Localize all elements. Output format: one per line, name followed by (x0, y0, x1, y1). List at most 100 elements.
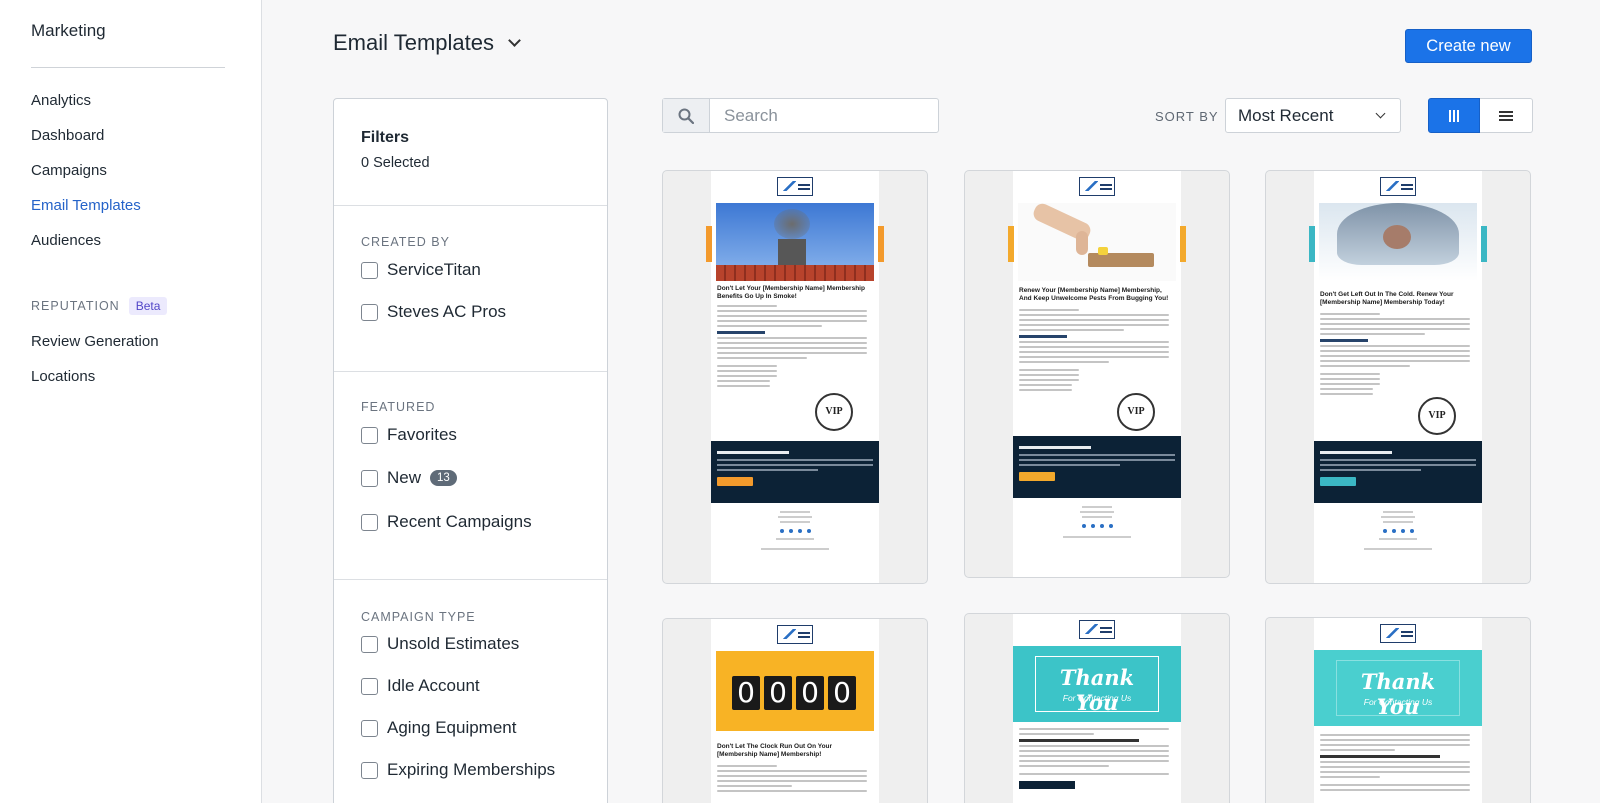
template-body-text (1320, 313, 1470, 398)
titan-logo (777, 625, 813, 644)
thank-you-frame: Thank You For Contacting Us (1336, 660, 1460, 719)
filter-option-new[interactable]: New 13 (361, 467, 607, 489)
filters-panel: Filters 0 Selected CREATED BY ServiceTit… (333, 98, 608, 803)
search-input[interactable] (710, 99, 935, 132)
filter-group-label: CAMPAIGN TYPE (361, 610, 476, 624)
filter-option-label: Steves AC Pros (387, 302, 507, 321)
countdown-hero-image: 0 0 0 0 (716, 651, 874, 731)
template-card[interactable]: Renew Your [Membership Name] Membership,… (964, 170, 1230, 578)
filter-option-label: New (387, 468, 422, 487)
countdown-digit: 0 (828, 676, 856, 710)
countdown-digit: 0 (764, 676, 792, 710)
countdown-digits: 0 0 0 0 (732, 676, 856, 710)
template-body-text (717, 305, 867, 390)
sidebar-item-analytics[interactable]: Analytics (31, 89, 141, 124)
sidebar-title: Marketing (31, 21, 106, 40)
checkbox[interactable] (361, 426, 378, 444)
chimney-hero-image (716, 203, 874, 281)
list-icon (1499, 110, 1513, 121)
filter-option-steves-ac-pros[interactable]: Steves AC Pros (361, 301, 607, 323)
sort-by-label: SORT BY (1155, 109, 1219, 124)
reputation-nav: Review Generation Locations (31, 330, 159, 400)
template-footer (761, 511, 829, 553)
checkbox[interactable] (361, 303, 378, 321)
filter-group-featured: FEATURED Favorites New 13 Recent Campaig… (334, 372, 607, 580)
sidebar-item-review-generation[interactable]: Review Generation (31, 330, 159, 365)
filter-option-aging-equipment[interactable]: Aging Equipment (361, 717, 607, 739)
reputation-section-header: REPUTATION Beta (31, 297, 168, 315)
filter-option-label: Idle Account (387, 676, 480, 695)
thank-you-hero-image: Thank You For Contacting Us (1314, 650, 1482, 726)
columns-icon (1449, 109, 1459, 122)
filter-group-label: FEATURED (361, 400, 436, 414)
checkbox[interactable] (361, 513, 378, 531)
filter-option-unsold-estimates[interactable]: Unsold Estimates (361, 633, 607, 655)
filter-group-created-by: CREATED BY ServiceTitan Steves AC Pros (334, 206, 607, 372)
vip-seal-icon (1418, 397, 1456, 435)
template-card[interactable]: Thank You For Contacting Us (964, 613, 1230, 803)
countdown-digit: 0 (732, 676, 760, 710)
sidebar: Marketing Analytics Dashboard Campaigns … (0, 0, 262, 803)
template-preview: Thank You For Contacting Us (1013, 614, 1181, 803)
titan-logo (1079, 177, 1115, 196)
template-preview: 0 0 0 0 Don't Let The Clock Run Out On Y… (711, 619, 879, 803)
accent-bar (878, 226, 884, 262)
page-title: Email Templates (333, 30, 494, 55)
template-body-text (717, 765, 867, 795)
filter-option-label: Favorites (387, 425, 457, 444)
accent-bar (1481, 226, 1487, 262)
accent-bar (706, 226, 712, 262)
filter-option-label: Recent Campaigns (387, 512, 532, 531)
template-preview: Thank You For Contacting Us (1314, 618, 1482, 803)
filter-option-label: Aging Equipment (387, 718, 517, 737)
titan-logo (1380, 624, 1416, 643)
template-headline: Don't Get Left Out In The Cold. Renew Yo… (1320, 291, 1454, 306)
accent-bar (1309, 226, 1315, 262)
sidebar-item-dashboard[interactable]: Dashboard (31, 124, 141, 159)
filters-selected-count: 0 Selected (361, 155, 430, 171)
thank-you-hero-image: Thank You For Contacting Us (1013, 646, 1181, 722)
sidebar-item-locations[interactable]: Locations (31, 365, 159, 400)
countdown-digit: 0 (796, 676, 824, 710)
hero-subtitle: For Contacting Us (1062, 693, 1132, 703)
hero-title: Thank You (1059, 665, 1135, 715)
cta-button (717, 477, 753, 486)
list-view-toggle[interactable] (1480, 98, 1533, 133)
checkbox[interactable] (361, 635, 378, 653)
hero-title: Thank You (1360, 669, 1436, 719)
filter-option-idle-account[interactable]: Idle Account (361, 675, 607, 697)
new-count-badge: 13 (430, 470, 457, 486)
page-title-dropdown[interactable]: Email Templates (333, 30, 521, 56)
filter-option-servicetitan[interactable]: ServiceTitan (361, 259, 607, 281)
template-cta-section (1314, 441, 1482, 503)
checkbox[interactable] (361, 719, 378, 737)
beta-badge: Beta (128, 297, 168, 315)
checkbox[interactable] (361, 761, 378, 779)
filter-option-favorites[interactable]: Favorites (361, 424, 607, 446)
filter-option-label: Unsold Estimates (387, 634, 520, 653)
vip-seal-icon (815, 393, 853, 431)
filter-group-label: CREATED BY (361, 235, 450, 249)
sidebar-item-email-templates[interactable]: Email Templates (31, 194, 141, 229)
checkbox[interactable] (361, 261, 378, 279)
template-card[interactable]: 0 0 0 0 Don't Let The Clock Run Out On Y… (662, 618, 928, 803)
checkbox[interactable] (361, 677, 378, 695)
cta-button (1019, 472, 1055, 481)
filter-option-expiring-memberships[interactable]: Expiring Memberships (361, 759, 607, 781)
titan-logo (1380, 177, 1416, 196)
vip-seal-icon (1117, 393, 1155, 431)
template-card[interactable]: Thank You For Contacting Us (1265, 617, 1531, 803)
grid-view-toggle[interactable] (1428, 98, 1480, 133)
sidebar-nav: Analytics Dashboard Campaigns Email Temp… (31, 89, 141, 264)
template-card[interactable]: Don't Get Left Out In The Cold. Renew Yo… (1265, 170, 1531, 584)
sidebar-item-audiences[interactable]: Audiences (31, 229, 141, 264)
template-card[interactable]: Don't Let Your [Membership Name] Members… (662, 170, 928, 584)
hero-subtitle: For Contacting Us (1363, 697, 1433, 707)
sort-select[interactable]: Most Recent (1225, 98, 1401, 133)
search-box (662, 98, 939, 133)
cold-person-hero-image (1319, 203, 1477, 281)
filter-option-recent-campaigns[interactable]: Recent Campaigns (361, 511, 607, 533)
create-new-button[interactable]: Create new (1405, 29, 1532, 63)
checkbox[interactable] (361, 469, 378, 487)
sidebar-item-campaigns[interactable]: Campaigns (31, 159, 141, 194)
